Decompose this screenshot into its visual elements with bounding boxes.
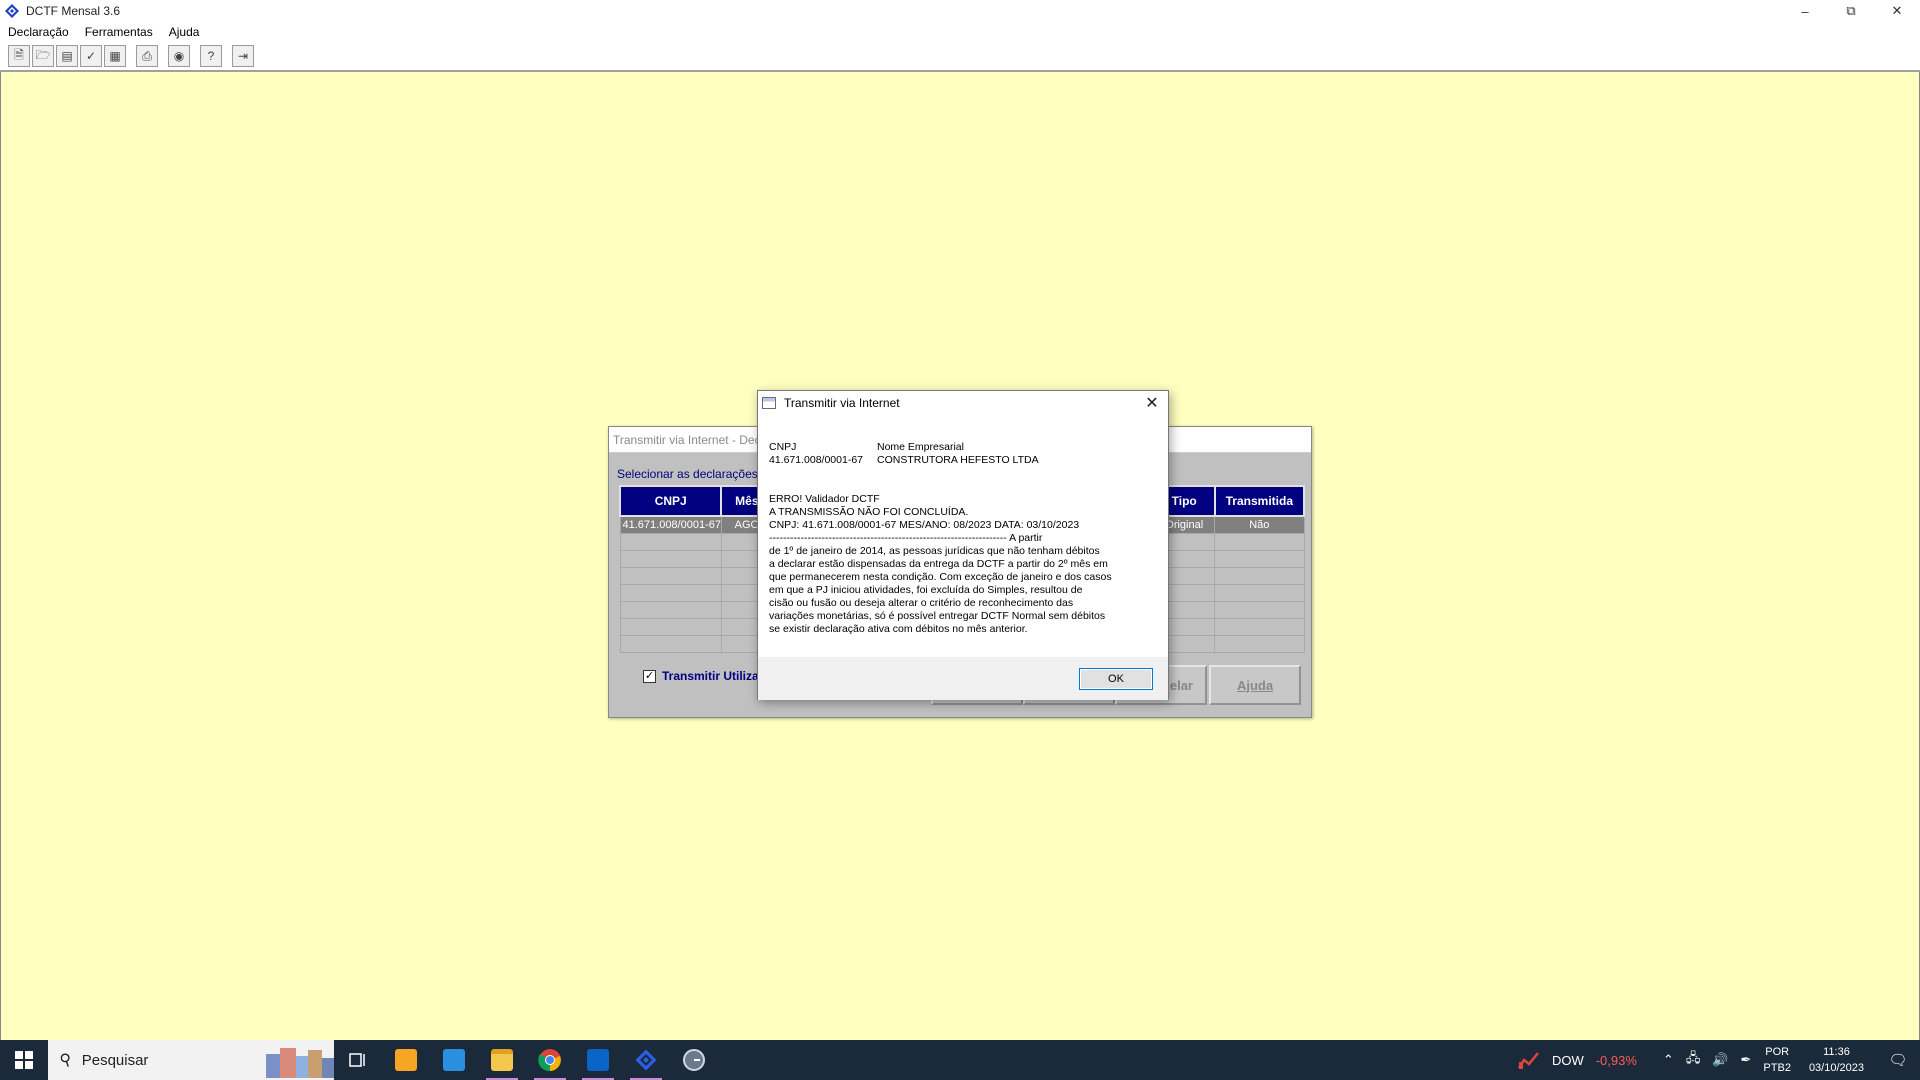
dctf-app-icon[interactable] xyxy=(622,1040,670,1080)
window-titlebar: DCTF Mensal 3.6 – ⧉ ✕ xyxy=(0,0,1920,22)
minimize-button[interactable]: – xyxy=(1782,0,1828,22)
message-line: ----------------------------------------… xyxy=(769,532,1043,544)
file-explorer-icon[interactable] xyxy=(478,1040,526,1080)
globe-icon[interactable]: ◉ xyxy=(168,45,190,67)
help-button[interactable]: Ajuda xyxy=(1209,665,1301,705)
chrome-icon[interactable] xyxy=(526,1040,574,1080)
new-doc-icon[interactable]: 🗎 xyxy=(8,45,30,67)
toolbar: 🗎 🗁 ▤ ✓ ▦ ⎙ ◉ ? ⇥ xyxy=(0,42,1920,72)
col-transmitida[interactable]: Transmitida xyxy=(1213,485,1306,517)
search-icon: ⚲ xyxy=(57,1050,75,1071)
window-icon xyxy=(762,397,776,409)
help-icon[interactable]: ? xyxy=(200,45,222,67)
task-view-icon[interactable] xyxy=(334,1040,382,1080)
message-line: variações monetárias, só é possível entr… xyxy=(769,610,1106,622)
modal-footer: OK xyxy=(758,657,1168,700)
exit-icon[interactable]: ⇥ xyxy=(232,45,254,67)
error-line-1: ERRO! Validador DCTF xyxy=(769,493,880,505)
check-icon[interactable]: ✓ xyxy=(80,45,102,67)
lang-secondary: PTB2 xyxy=(1763,1062,1791,1074)
transmit-checkbox[interactable]: ✓ xyxy=(643,669,656,683)
menu-ajuda[interactable]: Ajuda xyxy=(161,25,208,39)
volume-icon[interactable]: 🔊 xyxy=(1712,1052,1728,1068)
network-icon[interactable]: 🖧 xyxy=(1686,1049,1701,1071)
message-line: cisão ou fusão ou deseja alterar o crité… xyxy=(769,597,1074,609)
restore-button[interactable]: ⧉ xyxy=(1828,0,1874,22)
error-line-2: A TRANSMISSÃO NÃO FOI CONCLUÍDA. xyxy=(769,506,969,518)
window-title: DCTF Mensal 3.6 xyxy=(26,4,121,18)
notifications-icon[interactable]: 🗨 xyxy=(1876,1051,1920,1069)
modal-title: Transmitir via Internet xyxy=(784,396,900,410)
error-message-dialog: Transmitir via Internet ✕ CNPJ Nome Empr… xyxy=(757,390,1169,700)
cnpj-label: CNPJ xyxy=(769,441,797,453)
transmit-option[interactable]: ✓ Transmitir Utiliza xyxy=(643,669,759,683)
close-window-button[interactable]: ✕ xyxy=(1874,0,1920,22)
bg-instruction: Selecionar as declarações a s xyxy=(617,467,778,481)
company-name-value: CONSTRUTORA HEFESTO LTDA xyxy=(877,454,1039,466)
transmit-checkbox-label: Transmitir Utiliza xyxy=(662,669,759,683)
store-app-icon[interactable] xyxy=(430,1040,478,1080)
system-tray: DOW -0,93% ⌃ 🖧 🔊 ✒ POR PTB2 11:36 03/10/… xyxy=(1512,1040,1920,1080)
cnpj-value: 41.671.008/0001-67 xyxy=(769,454,864,466)
modal-body: CNPJ Nome Empresarial 41.671.008/0001-67… xyxy=(769,441,1149,636)
ok-button[interactable]: OK xyxy=(1079,668,1153,690)
print-icon[interactable]: ⎙ xyxy=(136,45,158,67)
stock-name[interactable]: DOW xyxy=(1552,1053,1584,1068)
open-folder-icon[interactable]: 🗁 xyxy=(32,45,54,67)
language-indicator[interactable]: POR PTB2 xyxy=(1763,1044,1791,1076)
cell-transmitida: Não xyxy=(1214,515,1305,534)
error-message-body: ----------------------------------------… xyxy=(769,532,1149,636)
menu-declaracao[interactable]: Declaração xyxy=(0,25,77,39)
lang-primary: POR xyxy=(1765,1046,1790,1058)
cell-cnpj: 41.671.008/0001-67 xyxy=(619,515,722,534)
windows-start-icon[interactable] xyxy=(0,1040,48,1080)
message-line: em que a PJ iniciou atividades, foi excl… xyxy=(769,584,1083,596)
clock-time: 11:36 xyxy=(1823,1046,1850,1058)
save-icon[interactable]: ▤ xyxy=(56,45,78,67)
calculator-icon[interactable]: ▦ xyxy=(104,45,126,67)
message-line: a declarar estão dispensadas da entrega … xyxy=(769,558,1108,570)
error-line-3: CNPJ: 41.671.008/0001-67 MES/ANO: 08/202… xyxy=(769,519,1080,531)
notes-app-icon[interactable] xyxy=(382,1040,430,1080)
menu-ferramentas[interactable]: Ferramentas xyxy=(77,25,161,39)
col-cnpj[interactable]: CNPJ xyxy=(618,485,723,517)
stock-change: -0,93% xyxy=(1595,1052,1637,1068)
taskbar-search[interactable]: ⚲ Pesquisar xyxy=(48,1040,334,1080)
outlook-icon[interactable] xyxy=(574,1040,622,1080)
pen-icon[interactable]: ✒ xyxy=(1741,1052,1752,1068)
stock-chart-icon[interactable] xyxy=(1517,1050,1540,1070)
taskbar: ⚲ Pesquisar DOW -0,93% ⌃ 🖧 🔊 ✒ POR PTB2 … xyxy=(0,1040,1920,1080)
system-clock[interactable]: 11:36 03/10/2023 xyxy=(1809,1044,1864,1076)
modal-titlebar: Transmitir via Internet xyxy=(758,391,1168,415)
search-placeholder: Pesquisar xyxy=(81,1051,149,1069)
clock-date: 03/10/2023 xyxy=(1808,1062,1864,1074)
clock-app-icon[interactable] xyxy=(670,1040,718,1080)
message-line: de 1º de janeiro de 2014, as pessoas jur… xyxy=(769,545,1100,557)
company-name-label: Nome Empresarial xyxy=(877,441,964,453)
message-line: que permanecerem nesta condição. Com exc… xyxy=(769,571,1112,583)
menu-bar: Declaração Ferramentas Ajuda xyxy=(0,22,1920,42)
close-icon[interactable]: ✕ xyxy=(1140,392,1164,414)
search-highlight-image xyxy=(266,1048,334,1078)
chevron-up-icon[interactable]: ⌃ xyxy=(1663,1052,1674,1068)
app-logo-icon xyxy=(5,4,19,18)
message-line: se existir declaração ativa com débitos … xyxy=(769,623,1028,635)
